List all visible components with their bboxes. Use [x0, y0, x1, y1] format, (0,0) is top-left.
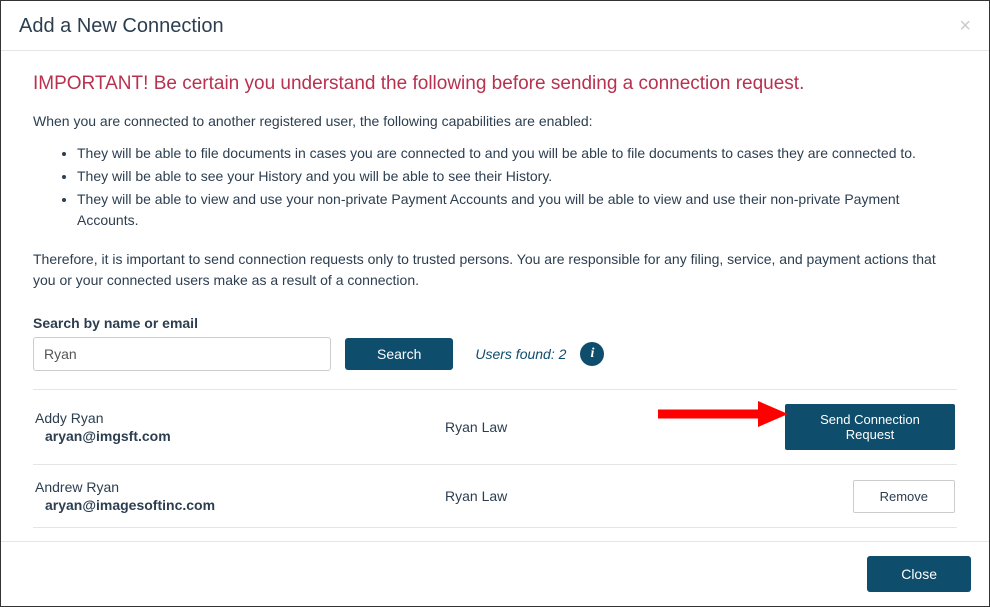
- result-user-col: Andrew Ryan aryan@imagesoftinc.com: [35, 479, 445, 513]
- search-section: Search by name or email Search Users fou…: [33, 315, 957, 528]
- users-found-text: Users found: 2: [475, 346, 566, 362]
- results-list: Addy Ryan aryan@imgsft.com Ryan Law Send…: [33, 389, 957, 528]
- search-row: Search Users found: 2 i: [33, 337, 957, 371]
- capability-item: They will be able to file documents in c…: [77, 143, 957, 164]
- result-name: Andrew Ryan: [35, 479, 445, 495]
- result-action-col: Send Connection Request: [785, 404, 955, 450]
- result-email: aryan@imgsft.com: [45, 428, 445, 444]
- result-user-col: Addy Ryan aryan@imgsft.com: [35, 410, 445, 444]
- modal-title: Add a New Connection: [19, 15, 224, 38]
- result-action-col: Remove: [785, 480, 955, 513]
- warning-conclusion: Therefore, it is important to send conne…: [33, 249, 957, 291]
- result-org: Ryan Law: [445, 419, 785, 435]
- close-button[interactable]: Close: [867, 556, 971, 592]
- result-name: Addy Ryan: [35, 410, 445, 426]
- info-icon[interactable]: i: [580, 342, 604, 366]
- result-org: Ryan Law: [445, 488, 785, 504]
- remove-button[interactable]: Remove: [853, 480, 955, 513]
- result-row: Andrew Ryan aryan@imagesoftinc.com Ryan …: [33, 465, 957, 528]
- modal-footer: Close: [1, 541, 989, 606]
- capabilities-list: They will be able to file documents in c…: [33, 143, 957, 231]
- modal-body: IMPORTANT! Be certain you understand the…: [1, 51, 989, 541]
- send-connection-request-button[interactable]: Send Connection Request: [785, 404, 955, 450]
- warning-intro: When you are connected to another regist…: [33, 113, 957, 129]
- important-heading: IMPORTANT! Be certain you understand the…: [33, 73, 957, 95]
- search-input[interactable]: [33, 337, 331, 371]
- result-email: aryan@imagesoftinc.com: [45, 497, 445, 513]
- result-row: Addy Ryan aryan@imgsft.com Ryan Law Send…: [33, 390, 957, 465]
- search-button[interactable]: Search: [345, 338, 453, 370]
- search-label: Search by name or email: [33, 315, 957, 331]
- close-icon[interactable]: ×: [959, 15, 971, 38]
- add-connection-modal: Add a New Connection × IMPORTANT! Be cer…: [0, 0, 990, 607]
- modal-header: Add a New Connection ×: [1, 1, 989, 51]
- capability-item: They will be able to see your History an…: [77, 166, 957, 187]
- capability-item: They will be able to view and use your n…: [77, 189, 957, 231]
